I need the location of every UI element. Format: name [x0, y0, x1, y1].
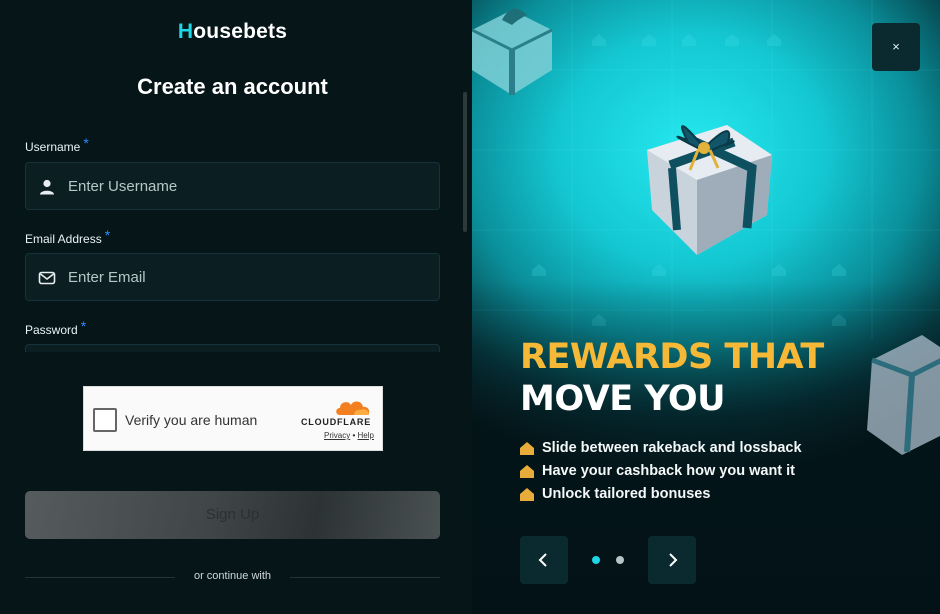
- close-button[interactable]: ×: [872, 23, 920, 71]
- promo-headline: REWARDS THAT MOVE YOU: [520, 336, 824, 420]
- mail-icon: [38, 271, 56, 285]
- carousel-next-button[interactable]: [648, 536, 696, 584]
- house-icon: [520, 488, 534, 501]
- email-field[interactable]: Enter Email: [25, 253, 440, 301]
- sign-up-button[interactable]: Sign Up: [25, 491, 440, 539]
- username-field[interactable]: Enter Username: [25, 162, 440, 210]
- help-link[interactable]: Help: [358, 431, 374, 440]
- house-icon: [520, 442, 534, 455]
- cloudflare-cloud-icon: [336, 401, 370, 415]
- gift-icon: [472, 8, 553, 95]
- cloudflare-logo: CLOUDFLARE: [301, 417, 371, 427]
- continue-divider: or continue with: [25, 570, 440, 582]
- house-icon: [520, 465, 534, 478]
- user-icon: [40, 179, 54, 195]
- list-item: Unlock tailored bonuses: [520, 484, 802, 507]
- carousel-dot[interactable]: [616, 556, 624, 564]
- cloudflare-captcha: Verify you are human CLOUDFLARE Privacy …: [83, 386, 383, 451]
- captcha-links: Privacy • Help: [324, 431, 374, 440]
- chevron-left-icon: [538, 553, 547, 567]
- captcha-text: Verify you are human: [125, 412, 258, 428]
- username-placeholder: Enter Username: [68, 178, 178, 195]
- page-title: Create an account: [137, 74, 328, 99]
- gift-icon: [867, 335, 940, 455]
- signup-panel: Housebets Create an account Username * En…: [0, 0, 472, 614]
- email-placeholder: Enter Email: [68, 269, 146, 286]
- list-item: Have your cashback how you want it: [520, 461, 802, 484]
- chevron-right-icon: [669, 553, 678, 567]
- password-label: Password *: [25, 318, 87, 337]
- password-field[interactable]: [25, 344, 440, 352]
- email-label: Email Address *: [25, 227, 111, 246]
- headline-line-1: REWARDS THAT: [520, 337, 824, 377]
- list-item: Slide between rakeback and lossback: [520, 438, 802, 461]
- carousel-prev-button[interactable]: [520, 536, 568, 584]
- username-label: Username *: [25, 135, 89, 154]
- gift-box-icon: [647, 125, 772, 255]
- promo-panel: × REWARDS THAT MOVE YOU Slide between ra…: [472, 0, 940, 614]
- captcha-checkbox[interactable]: [93, 408, 117, 432]
- privacy-link[interactable]: Privacy: [324, 431, 350, 440]
- housebets-logo[interactable]: Housebets: [0, 20, 465, 44]
- headline-line-2: MOVE YOU: [520, 379, 726, 419]
- scrollbar[interactable]: [463, 92, 467, 232]
- carousel-dot-active[interactable]: [592, 556, 600, 564]
- promo-bullets: Slide between rakeback and lossback Have…: [520, 438, 802, 507]
